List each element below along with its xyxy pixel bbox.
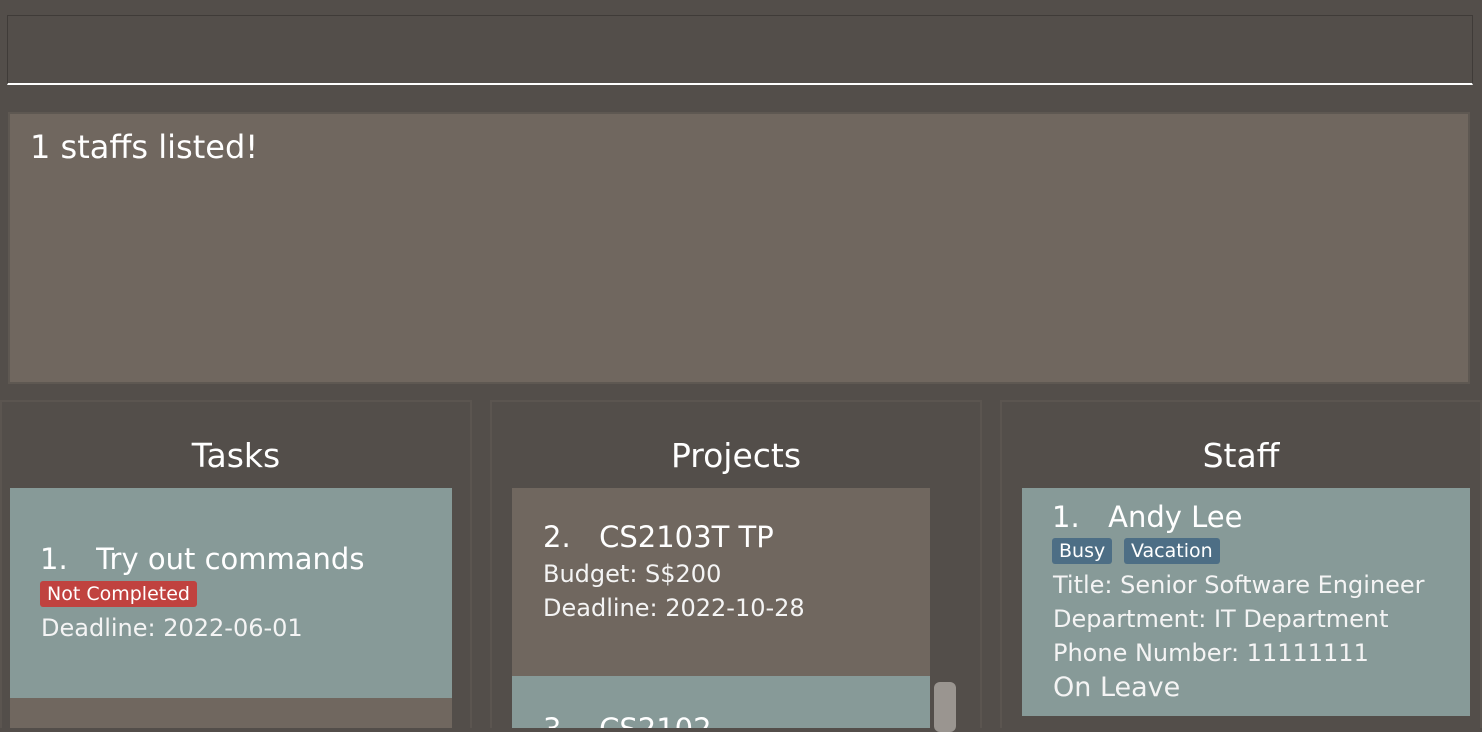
result-display: 1 staffs listed!	[8, 112, 1470, 384]
projects-title: Projects	[670, 436, 802, 475]
tasks-title: Tasks	[191, 436, 281, 475]
staff-title: Staff	[1202, 436, 1280, 475]
staff-name: Andy Lee	[1108, 500, 1243, 534]
project-name: CS2102	[599, 712, 711, 728]
staff-phone: Phone Number: 11111111	[1053, 639, 1369, 667]
staff-index: 1.	[1052, 500, 1080, 534]
task-index: 1.	[40, 542, 68, 576]
task-deadline: Deadline: 2022-06-01	[41, 614, 303, 642]
result-message: 1 staffs listed!	[30, 128, 259, 166]
project-name: CS2103T TP	[599, 520, 774, 554]
project-card[interactable]: 3. CS2102	[512, 676, 930, 728]
staff-leave-status: On Leave	[1053, 672, 1181, 703]
staff-title-line: Title: Senior Software Engineer	[1053, 571, 1425, 599]
staff-department: Department: IT Department	[1053, 605, 1389, 633]
project-budget: Budget: S$200	[543, 560, 722, 588]
projects-scrollbar[interactable]	[934, 682, 956, 732]
project-index: 2.	[543, 520, 571, 554]
staff-tag: Vacation	[1124, 538, 1220, 564]
project-deadline: Deadline: 2022-10-28	[543, 594, 805, 622]
project-card[interactable]: 2. CS2103T TP Budget: S$200 Deadline: 20…	[512, 488, 930, 676]
staff-panel: Staff 1. Andy Lee Busy Vacation Title: S…	[1000, 400, 1482, 728]
tasks-panel: Tasks 1. Try out commands Not Completed …	[0, 400, 472, 728]
command-input[interactable]	[7, 15, 1473, 85]
command-area	[0, 0, 1482, 100]
task-name: Try out commands	[96, 542, 365, 576]
staff-tag: Busy	[1052, 538, 1113, 564]
project-index: 3.	[543, 712, 571, 728]
task-card[interactable]: 1. Try out commands Not Completed Deadli…	[10, 488, 452, 698]
projects-panel: Projects 2. CS2103T TP Budget: S$200 Dea…	[490, 400, 982, 728]
task-status-badge: Not Completed	[40, 581, 197, 607]
staff-card[interactable]: 1. Andy Lee Busy Vacation Title: Senior …	[1022, 488, 1470, 716]
task-card[interactable]	[10, 698, 452, 728]
